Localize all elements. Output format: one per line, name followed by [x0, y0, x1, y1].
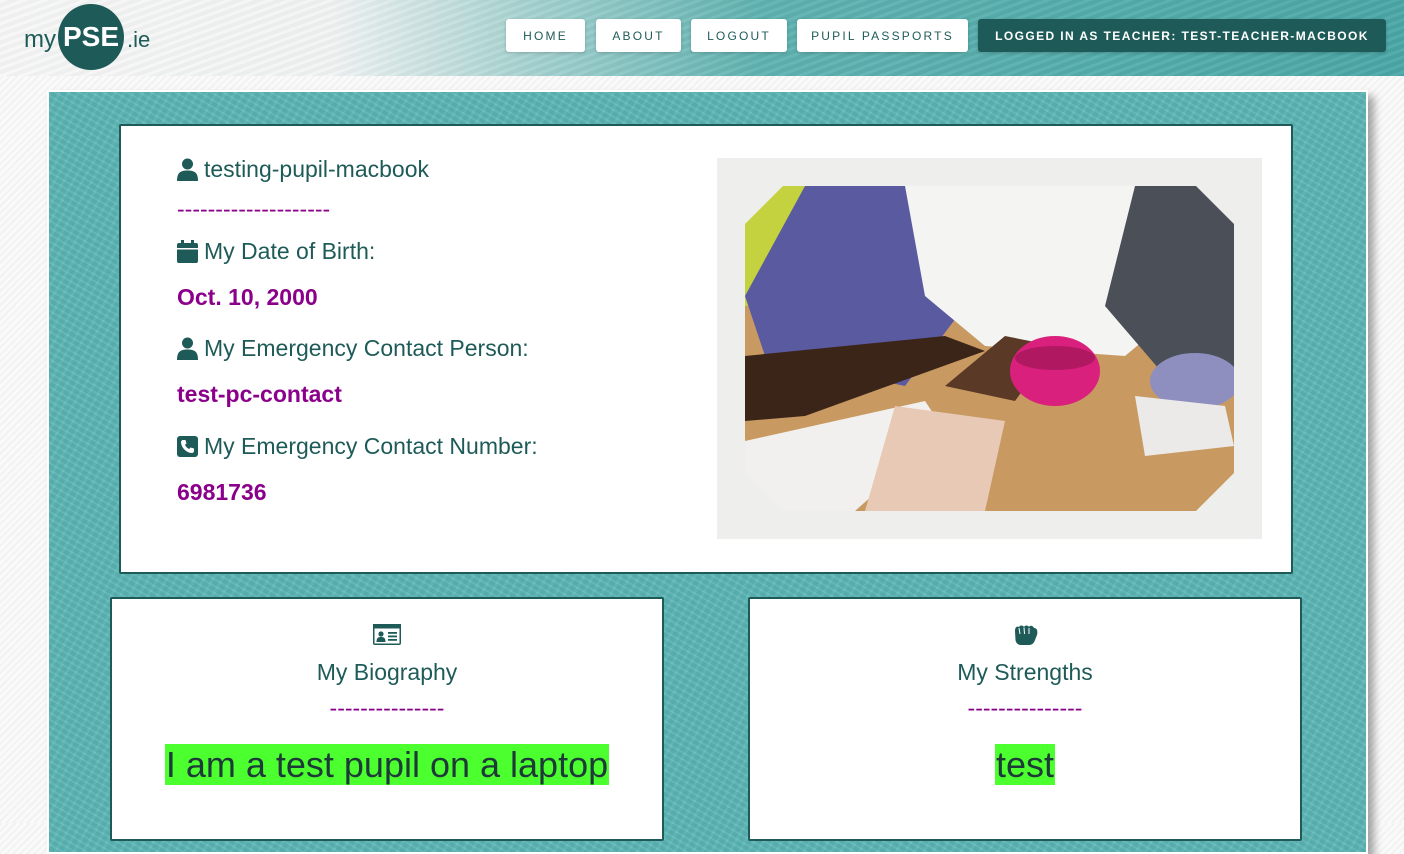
user-icon [177, 337, 198, 360]
dob-value: Oct. 10, 2000 [177, 284, 318, 310]
logo-circle: PSE [58, 4, 124, 70]
pupil-name-row: testing-pupil-macbook [177, 156, 429, 183]
contact-person-label: My Emergency Contact Person: [204, 335, 529, 361]
contact-number-value: 6981736 [177, 479, 267, 505]
photo-corner [1186, 463, 1244, 521]
name-separator: -------------------- [177, 196, 331, 222]
strengths-text-wrap: test [750, 744, 1300, 786]
strengths-separator: --------------- [967, 695, 1083, 721]
nav-home-button[interactable]: HOME [506, 19, 585, 52]
nav-about-button[interactable]: ABOUT [596, 19, 681, 52]
classroom-photo-illustration [745, 186, 1234, 511]
contact-number-label: My Emergency Contact Number: [204, 433, 538, 459]
navbar: my PSE .ie HOME ABOUT LOGOUT PUPIL PASSP… [0, 0, 1404, 76]
biography-title: My Biography [316, 659, 458, 685]
user-icon [177, 158, 198, 181]
nav-pupil-passports-button[interactable]: PUPIL PASSPORTS [797, 19, 968, 52]
biography-separator: --------------- [329, 695, 445, 721]
dob-label: My Date of Birth: [204, 238, 376, 264]
logo-prefix: my [24, 26, 56, 53]
photo-corner [1186, 176, 1244, 234]
biography-text-wrap: I am a test pupil on a laptop [112, 744, 662, 786]
nav-logout-button[interactable]: LOGOUT [691, 19, 787, 52]
phone-icon [177, 436, 198, 457]
biography-text: I am a test pupil on a laptop [164, 744, 610, 785]
contact-person-value: test-pc-contact [177, 381, 342, 407]
strengths-text: test [994, 744, 1056, 785]
contact-person-label-row: My Emergency Contact Person: [177, 335, 529, 362]
profile-card: testing-pupil-macbook ------------------… [119, 124, 1293, 574]
calendar-icon [177, 240, 198, 263]
pupil-name: testing-pupil-macbook [204, 156, 430, 182]
id-card-icon [373, 624, 401, 645]
biography-card: My Biography --------------- I am a test… [110, 597, 664, 841]
logged-in-user-badge[interactable]: LOGGED IN AS TEACHER: TEST-TEACHER-MACBO… [978, 19, 1386, 52]
strengths-card: My Strengths --------------- test [748, 597, 1302, 841]
pupil-photo [745, 186, 1234, 511]
contact-number-label-row: My Emergency Contact Number: [177, 433, 538, 460]
photo-corner [735, 176, 793, 234]
logo-suffix: .ie [127, 27, 151, 52]
photo-frame [717, 158, 1262, 539]
site-logo[interactable]: my PSE .ie [24, 4, 150, 70]
dob-label-row: My Date of Birth: [177, 238, 375, 265]
photo-corner [735, 463, 793, 521]
fist-icon [1015, 625, 1038, 645]
strengths-title: My Strengths [957, 659, 1093, 685]
